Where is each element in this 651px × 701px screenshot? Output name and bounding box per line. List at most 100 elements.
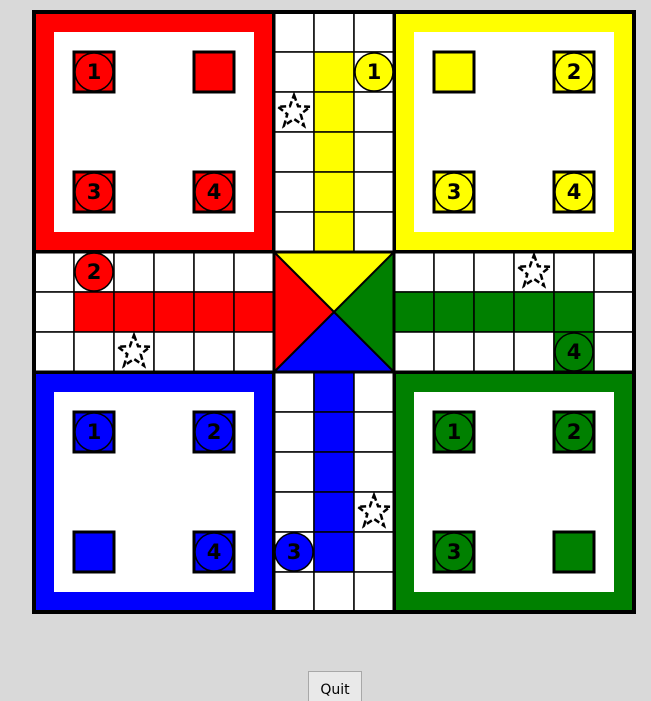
track-cell <box>393 251 435 293</box>
yellow-piece-number: 1 <box>367 60 382 84</box>
track-cell <box>153 251 195 293</box>
red-piece-number: 1 <box>87 60 102 84</box>
red-home-piece[interactable]: 3 <box>72 170 116 214</box>
yellow-path-cell <box>313 51 355 93</box>
red-home-piece[interactable]: 4 <box>192 170 236 214</box>
track-cell <box>393 331 435 373</box>
green-path-cell <box>513 291 555 333</box>
blue-path-cell <box>313 411 355 453</box>
red-piece-number: 2 <box>87 260 102 284</box>
track-cell <box>273 11 315 53</box>
red-path-cell <box>153 291 195 333</box>
green-piece-number: 2 <box>567 420 582 444</box>
red-track-piece[interactable]: 2 <box>74 252 114 292</box>
track-cell <box>33 291 75 333</box>
green-path-cell <box>433 291 475 333</box>
red-home-piece[interactable]: 1 <box>72 50 116 94</box>
blue-path-cell <box>313 491 355 533</box>
blue-piece-number: 2 <box>207 420 222 444</box>
red-path-cell <box>113 291 155 333</box>
track-cell <box>473 331 515 373</box>
green-piece-number: 1 <box>447 420 462 444</box>
track-cell <box>33 331 75 373</box>
blue-path-cell <box>313 371 355 413</box>
track-cell <box>33 251 75 293</box>
track-cell <box>273 411 315 453</box>
track-cell <box>513 331 555 373</box>
yellow-empty-slot <box>432 50 476 94</box>
green-piece-number: 4 <box>567 340 582 364</box>
track-cell <box>353 531 395 573</box>
track-cell <box>233 331 275 373</box>
track-cell <box>353 131 395 173</box>
green-home-piece[interactable]: 1 <box>432 410 476 454</box>
blue-empty-slot <box>72 530 116 574</box>
track-cell <box>353 371 395 413</box>
blue-home-piece[interactable]: 2 <box>192 410 236 454</box>
track-cell <box>593 251 635 293</box>
blue-path-cell <box>313 451 355 493</box>
red-path-cell <box>73 291 115 333</box>
track-cell <box>273 491 315 533</box>
track-cell <box>193 331 235 373</box>
green-piece-number: 3 <box>447 540 462 564</box>
green-path-cell <box>553 291 595 333</box>
track-cell <box>433 251 475 293</box>
green-track-piece[interactable]: 4 <box>554 332 594 372</box>
track-cell <box>273 131 315 173</box>
yellow-path-cell <box>313 131 355 173</box>
green-path-cell <box>473 291 515 333</box>
track-cell <box>353 211 395 253</box>
track-cell <box>273 211 315 253</box>
track-cell <box>553 251 595 293</box>
yellow-piece-number: 2 <box>567 60 582 84</box>
track-cell <box>473 251 515 293</box>
blue-home-piece[interactable]: 4 <box>192 530 236 574</box>
red-piece-number: 3 <box>87 180 102 204</box>
ludo-board: 1 3 4 2 3 4 1 2 4 1 2 3 1 2 4 3 <box>32 10 636 614</box>
red-empty-slot <box>192 50 236 94</box>
red-home-piece <box>192 50 236 94</box>
yellow-home-piece[interactable]: 3 <box>432 170 476 214</box>
green-path-cell <box>393 291 435 333</box>
green-home-piece[interactable]: 3 <box>432 530 476 574</box>
blue-track-piece[interactable]: 3 <box>274 532 314 572</box>
track-cell <box>273 371 315 413</box>
yellow-home-piece[interactable]: 2 <box>552 50 596 94</box>
yellow-track-piece[interactable]: 1 <box>354 52 394 92</box>
green-home-piece[interactable]: 2 <box>552 410 596 454</box>
yellow-home-piece <box>432 50 476 94</box>
track-cell <box>313 11 355 53</box>
quit-button[interactable]: Quit <box>308 671 362 701</box>
track-cell <box>273 171 315 213</box>
track-cell <box>353 171 395 213</box>
track-cell <box>593 331 635 373</box>
track-cell <box>353 91 395 133</box>
track-cell <box>113 251 155 293</box>
track-cell <box>233 251 275 293</box>
track-cell <box>313 571 355 613</box>
track-cell <box>353 571 395 613</box>
green-empty-slot <box>552 530 596 574</box>
track-cell <box>273 51 315 93</box>
red-piece-number: 4 <box>207 180 222 204</box>
blue-path-cell <box>313 531 355 573</box>
track-cell <box>593 291 635 333</box>
green-home-piece <box>552 530 596 574</box>
yellow-path-cell <box>313 91 355 133</box>
track-cell <box>273 571 315 613</box>
track-cell <box>353 451 395 493</box>
yellow-piece-number: 4 <box>567 180 582 204</box>
blue-home-piece[interactable]: 1 <box>72 410 116 454</box>
yellow-piece-number: 3 <box>447 180 462 204</box>
track-cell <box>153 331 195 373</box>
track-cell <box>193 251 235 293</box>
blue-piece-number: 3 <box>287 540 302 564</box>
yellow-home-piece[interactable]: 4 <box>552 170 596 214</box>
red-path-cell <box>193 291 235 333</box>
blue-piece-number: 4 <box>207 540 222 564</box>
track-cell <box>433 331 475 373</box>
yellow-path-cell <box>313 211 355 253</box>
track-cell <box>273 451 315 493</box>
blue-piece-number: 1 <box>87 420 102 444</box>
